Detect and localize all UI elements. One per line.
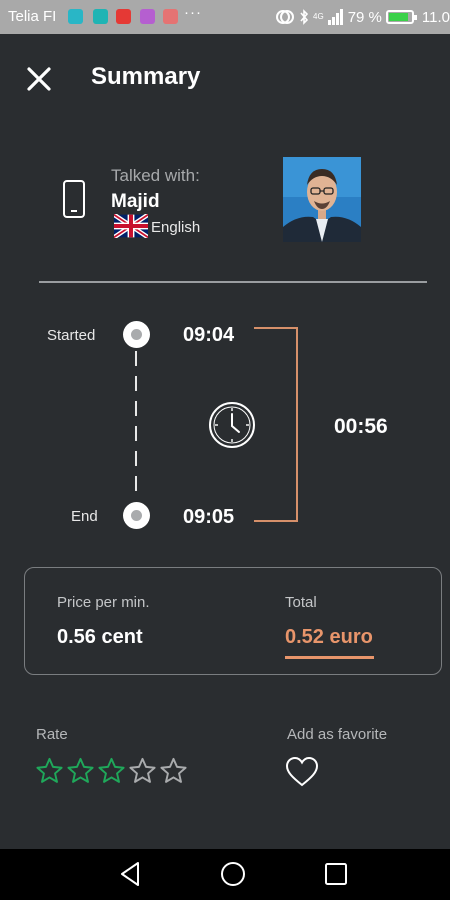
star-icon[interactable]: [35, 756, 64, 786]
star-icon[interactable]: [159, 756, 188, 786]
sync-icon: [276, 10, 295, 24]
rate-label: Rate: [36, 726, 68, 743]
start-node-icon: [123, 321, 150, 348]
bluetooth-icon: [300, 9, 309, 25]
clock-icon: [209, 402, 255, 448]
recents-icon[interactable]: [324, 861, 348, 887]
add-favorite-label: Add as favorite: [287, 726, 388, 743]
more-notifications-icon: ···: [184, 4, 202, 21]
notification-icon: [93, 9, 108, 24]
total-underline: [285, 656, 374, 659]
clock-label: 11.0: [421, 8, 450, 26]
youtube-icon: [116, 9, 131, 24]
phone-icon: [63, 180, 85, 218]
avatar: [283, 157, 361, 242]
battery-icon: [385, 10, 417, 24]
signal-icon: [327, 9, 343, 25]
language-label: English: [151, 219, 201, 236]
price-summary-box: [24, 567, 442, 675]
carrier-label: Telia FI: [8, 8, 57, 25]
status-bar: Telia FI ··· 4G 79 % 11.0: [0, 0, 450, 34]
end-node-icon: [123, 502, 150, 529]
star-icon[interactable]: [128, 756, 157, 786]
network-type-label: 4G: [313, 12, 324, 21]
close-button[interactable]: [22, 62, 56, 96]
back-icon[interactable]: [118, 861, 142, 887]
end-time: 09:05: [183, 506, 235, 528]
start-time: 09:04: [183, 324, 235, 346]
call-duration: 00:56: [334, 415, 388, 438]
started-label: Started: [47, 327, 96, 344]
battery-percent: 79 %: [347, 8, 382, 26]
star-icon[interactable]: [97, 756, 126, 786]
divider: [39, 281, 427, 283]
star-rating: [35, 756, 188, 786]
total-label: Total: [285, 594, 317, 611]
heart-icon[interactable]: [285, 756, 319, 788]
timeline-dashed-line: [135, 351, 137, 499]
contact-name: Majid: [111, 191, 160, 212]
home-icon[interactable]: [220, 861, 246, 887]
end-label: End: [71, 508, 98, 525]
duration-bracket: [254, 327, 298, 522]
navigation-bar: [0, 849, 450, 900]
price-per-min-label: Price per min.: [57, 594, 150, 611]
page-title: Summary: [91, 63, 201, 90]
price-per-min-value: 0.56 cent: [57, 626, 143, 648]
notification-icon: [140, 9, 155, 24]
total-value: 0.52 euro: [285, 626, 373, 648]
mail-icon: [163, 9, 178, 24]
talked-with-label: Talked with:: [111, 166, 200, 185]
notification-icon: [68, 9, 83, 24]
uk-flag-icon: [114, 214, 148, 238]
star-icon[interactable]: [66, 756, 95, 786]
